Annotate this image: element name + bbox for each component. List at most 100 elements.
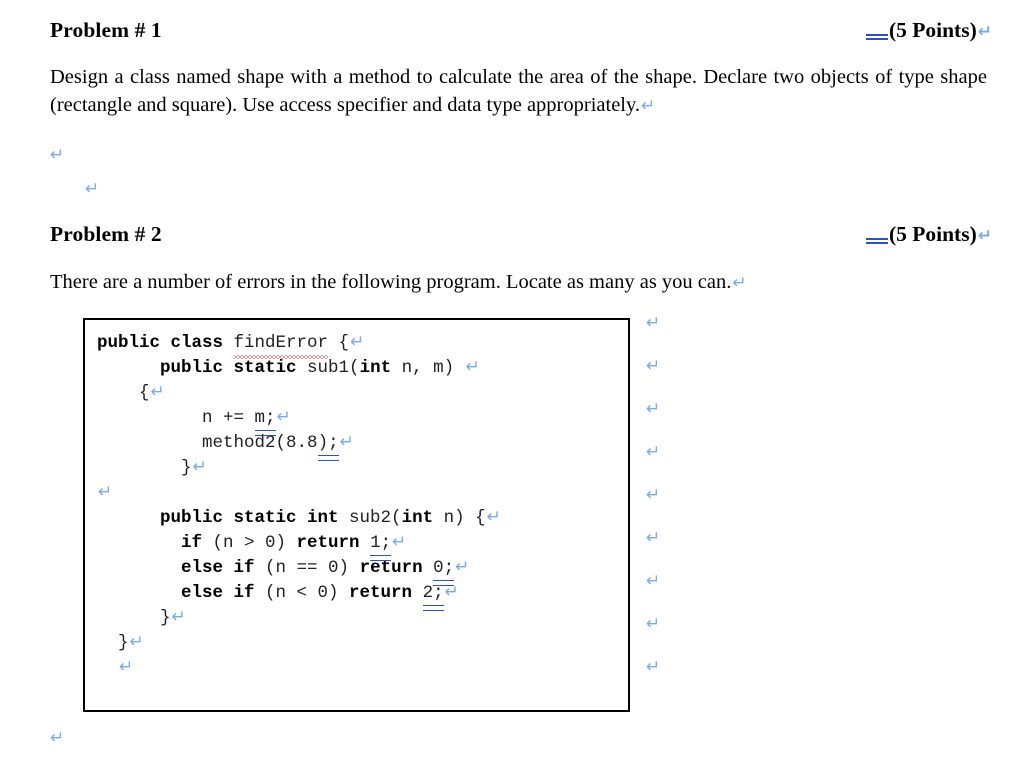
code-keyword: return: [296, 533, 360, 553]
paragraph-mark-icon: ↵: [732, 273, 747, 293]
code-line: else if (n == 0) return 0;↵: [97, 556, 628, 586]
code-text: method2(8.8: [202, 433, 318, 453]
code-line: n += m;↵: [97, 406, 628, 436]
misspelled-word: findError: [233, 331, 329, 359]
empty-paragraph-mark-icon: ↵: [646, 614, 661, 634]
code-line: public class findError {↵: [97, 331, 628, 359]
paragraph-mark-icon: ↵: [465, 357, 480, 377]
code-text: }: [181, 458, 192, 478]
code-keyword: return: [349, 583, 413, 603]
revision-change-bar-icon: [865, 34, 888, 40]
empty-paragraph-mark-icon: ↵: [50, 728, 65, 748]
paragraph-mark-icon: ↵: [276, 407, 291, 427]
empty-paragraph-mark-icon: ↵: [646, 399, 661, 419]
code-line: ↵: [97, 481, 628, 506]
code-line: }↵: [97, 631, 628, 656]
code-line: public static int sub2(int n) {↵: [97, 506, 628, 531]
paragraph-mark-icon: ↵: [392, 532, 407, 552]
code-text: n, m): [391, 358, 465, 378]
problem-1-body-text: Design a class named shape with a method…: [50, 66, 987, 116]
code-block-content: public class findError {↵ public static …: [85, 320, 628, 681]
code-line: if (n > 0) return 1;↵: [97, 531, 628, 561]
code-text: (n < 0): [254, 583, 350, 603]
code-line: else if (n < 0) return 2;↵: [97, 581, 628, 611]
paragraph-mark-icon: ↵: [977, 226, 992, 246]
paragraph-mark-icon: ↵: [98, 482, 113, 502]
problem-2-body: There are a number of errors in the foll…: [50, 268, 930, 296]
code-keyword: return: [359, 558, 423, 578]
code-text: sub1(: [307, 358, 360, 378]
problem-2-heading-row: Problem # 2 (5 Points) ↵: [50, 222, 992, 247]
empty-paragraph-mark-icon: ↵: [646, 528, 661, 548]
revision-underline-token: 2;: [422, 581, 444, 611]
paragraph-mark-icon: ↵: [129, 632, 144, 652]
code-line: method2(8.8);↵: [97, 431, 628, 461]
empty-paragraph-mark-icon: ↵: [646, 571, 661, 591]
code-line: {↵: [97, 381, 628, 406]
empty-paragraph-mark-icon: ↵: [646, 442, 661, 462]
code-text: {: [328, 333, 350, 353]
problem-2-body-text: There are a number of errors in the foll…: [50, 271, 732, 293]
code-keyword: public static int: [160, 508, 350, 528]
revision-underline-token: );: [317, 431, 339, 461]
document-page: Problem # 1 (5 Points) ↵ Design a class n…: [0, 0, 1018, 774]
paragraph-mark-icon: ↵: [192, 457, 207, 477]
code-keyword: public class: [97, 333, 234, 353]
code-text: n +=: [202, 408, 255, 428]
code-keyword: int: [401, 508, 434, 528]
paragraph-mark-icon: ↵: [339, 432, 354, 452]
paragraph-mark-icon: ↵: [977, 22, 992, 42]
code-line: public static sub1(int n, m) ↵: [97, 356, 628, 381]
code-line: ↵: [97, 656, 628, 681]
code-keyword: else if: [181, 583, 255, 603]
empty-paragraph-mark-icon: ↵: [646, 657, 661, 677]
code-block-box: public class findError {↵ public static …: [83, 318, 630, 712]
code-text: {: [139, 383, 150, 403]
paragraph-mark-icon: ↵: [119, 657, 134, 677]
paragraph-mark-icon: ↵: [455, 557, 470, 577]
problem-2-title: Problem # 2: [50, 222, 162, 246]
code-line: }↵: [97, 606, 628, 631]
code-keyword: if: [181, 533, 203, 553]
code-keyword: int: [359, 358, 392, 378]
code-text: n) {: [433, 508, 486, 528]
revision-underline-token: 0;: [433, 556, 455, 586]
empty-paragraph-mark-icon: ↵: [646, 356, 661, 376]
paragraph-mark-icon: ↵: [150, 382, 165, 402]
paragraph-mark-icon: ↵: [171, 607, 186, 627]
problem-1-points: (5 Points) ↵: [865, 18, 992, 43]
code-keyword: else if: [181, 558, 255, 578]
code-text: }: [118, 633, 129, 653]
empty-paragraph-mark-icon: ↵: [646, 313, 661, 333]
paragraph-mark-icon: ↵: [350, 332, 365, 352]
code-text: sub2(: [349, 508, 402, 528]
problem-1-title: Problem # 1: [50, 18, 162, 42]
empty-paragraph-mark-icon: ↵: [85, 179, 100, 199]
code-line: }↵: [97, 456, 628, 481]
code-text: (n > 0): [202, 533, 297, 553]
paragraph-mark-icon: ↵: [641, 96, 656, 116]
revision-underline-token: 1;: [370, 531, 392, 561]
revision-underline-token: m;: [254, 406, 276, 436]
problem-2-points-label: (5 Points): [888, 222, 977, 246]
problem-1-body: Design a class named shape with a method…: [50, 63, 987, 119]
revision-change-bar-icon: [865, 238, 888, 244]
empty-paragraph-mark-icon: ↵: [646, 485, 661, 505]
problem-1-points-label: (5 Points): [888, 18, 977, 42]
problem-1-heading-row: Problem # 1 (5 Points) ↵: [50, 18, 992, 43]
